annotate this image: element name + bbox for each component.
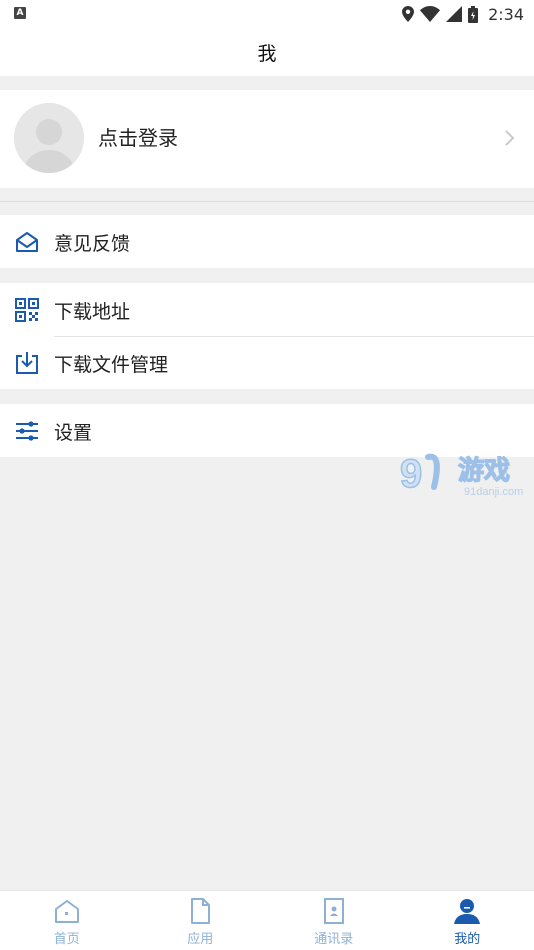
clock-time: 2:34: [488, 4, 524, 24]
login-profile-card[interactable]: 点击登录: [0, 90, 534, 188]
person-icon: [454, 899, 481, 924]
menu-item-feedback[interactable]: 意见反馈: [0, 215, 534, 268]
nav-me[interactable]: 我的: [401, 891, 534, 950]
watermark-brand: 9: [400, 452, 422, 496]
mail-open-icon: [16, 232, 38, 252]
nav-apps[interactable]: 应用: [134, 891, 268, 950]
menu-group-downloads: 下载地址 下载文件管理: [0, 283, 534, 389]
bottom-navigation: 首页 应用 通讯录 我的: [0, 890, 534, 950]
status-icons: 2:34: [402, 3, 524, 25]
chevron-right-icon: [505, 130, 515, 146]
qr-code-icon: [15, 298, 39, 322]
menu-item-download-manager[interactable]: 下载文件管理: [0, 336, 534, 389]
menu-item-download-address[interactable]: 下载地址: [0, 283, 534, 336]
watermark-text: 游戏: [458, 456, 510, 486]
sliders-icon: [16, 421, 38, 441]
menu-label: 设置: [54, 422, 93, 444]
download-tray-icon: [16, 352, 38, 374]
avatar-placeholder-icon: [14, 103, 84, 173]
me-screen: A 2:34 我 点击登录 意见反馈 下载地址 下载文件管理 设置 9 游戏 9…: [0, 0, 534, 950]
status-bar: A 2:34: [0, 0, 534, 28]
nav-label: 应用: [187, 932, 214, 947]
home-icon: [54, 900, 79, 923]
nav-label: 首页: [53, 932, 80, 947]
watermark-url: 91danji.com: [464, 486, 523, 498]
menu-label: 下载文件管理: [54, 354, 169, 376]
location-icon: [402, 6, 415, 22]
watermark-logo: 9 游戏 91danji.com: [399, 451, 523, 498]
divider: [0, 201, 534, 202]
avatar[interactable]: [14, 103, 84, 173]
menu-label: 下载地址: [54, 301, 131, 323]
menu-group-feedback: 意见反馈: [0, 215, 534, 268]
nav-contacts[interactable]: 通讯录: [267, 891, 401, 950]
top-header: 我: [0, 28, 534, 76]
signal-icon: [446, 6, 463, 22]
wifi-icon: [420, 6, 441, 22]
menu-label: 意见反馈: [54, 233, 131, 255]
nav-home[interactable]: 首页: [0, 891, 134, 950]
nav-label: 我的: [454, 932, 481, 947]
page-title: 我: [257, 43, 277, 65]
login-label[interactable]: 点击登录: [98, 122, 178, 151]
nav-label: 通讯录: [314, 932, 354, 947]
file-icon: [191, 898, 211, 924]
contacts-icon: [323, 898, 344, 924]
notification-a-icon: A: [14, 7, 26, 19]
battery-icon: [468, 5, 479, 23]
